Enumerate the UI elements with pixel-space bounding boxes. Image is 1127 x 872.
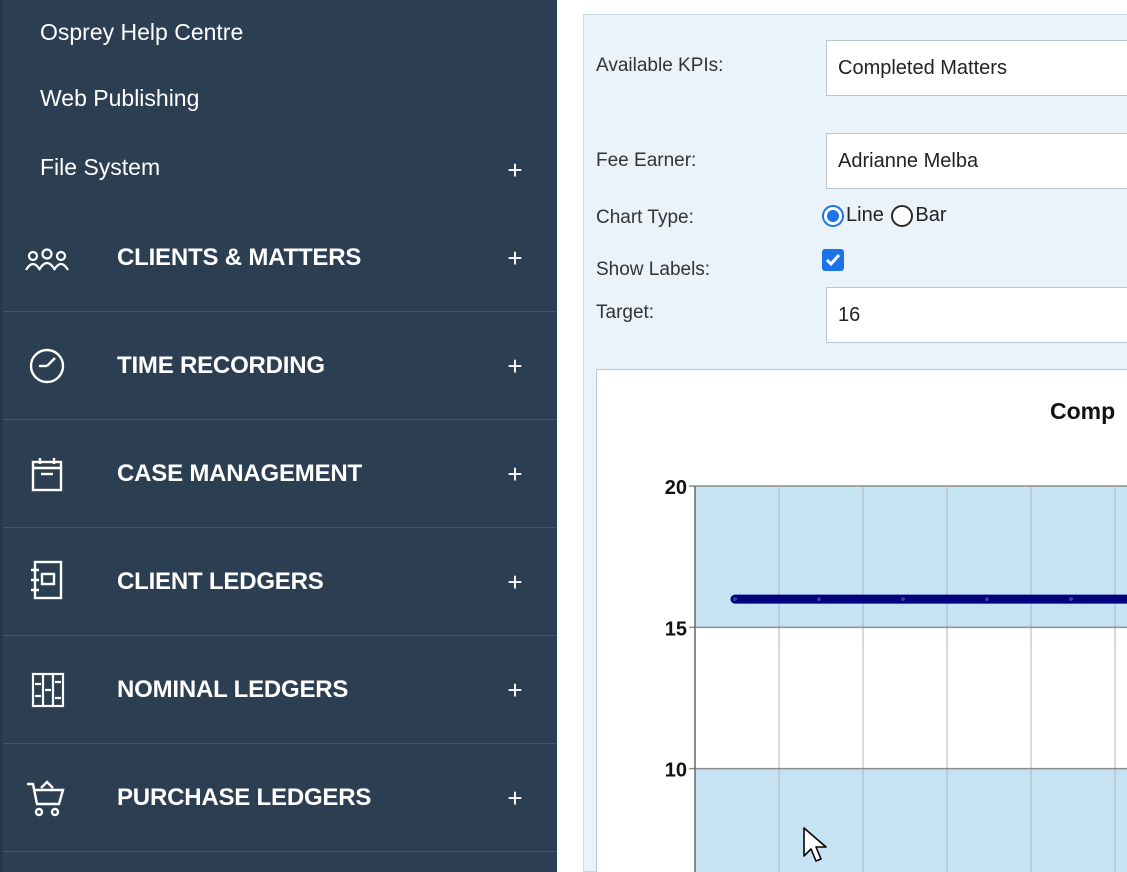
section-divider	[3, 851, 557, 852]
sidebar-section-clients-matters[interactable]: CLIENTS & MATTERS +	[0, 204, 557, 312]
sidebar-section-label: CLIENT LEDGERS	[117, 568, 324, 595]
kpi-select[interactable]: Completed Matters	[826, 40, 1127, 96]
briefcase-icon	[25, 452, 69, 496]
target-input[interactable]: 16	[826, 287, 1127, 343]
sidebar-section-label: CLIENTS & MATTERS	[117, 244, 362, 271]
chart-type-radio-group: Line Bar	[822, 204, 949, 238]
chart-type-line-label: Line	[846, 204, 884, 227]
kpi-form-panel: Available KPIs: Completed Matters Fee Ea…	[583, 14, 1127, 872]
sidebar-item-osprey-help-centre[interactable]: Osprey Help Centre	[40, 12, 557, 52]
chart-data-point	[901, 597, 905, 602]
kpi-chart: Comp 20 15 10	[596, 369, 1127, 872]
sidebar-item-file-system[interactable]: File System	[40, 147, 557, 187]
fee-earner-label: Fee Earner:	[596, 150, 697, 171]
chart-y-tick-label: 15	[665, 618, 687, 640]
ledger-book-icon	[25, 558, 69, 602]
chart-data-point	[733, 597, 737, 602]
time-recording-expand-icon[interactable]: +	[503, 353, 527, 379]
chart-y-tick-label: 20	[665, 477, 687, 499]
chart-type-line-radio[interactable]	[822, 204, 844, 227]
chart-data-point	[817, 597, 821, 602]
sidebar-section-purchase-ledgers[interactable]: PURCHASE LEDGERS +	[0, 744, 557, 852]
sidebar-section-label: NOMINAL LEDGERS	[117, 676, 349, 703]
clients-matters-expand-icon[interactable]: +	[503, 245, 527, 271]
chart-data-point	[1069, 597, 1073, 602]
sidebar-section-label: TIME RECORDING	[117, 352, 325, 379]
chart-type-bar-radio[interactable]	[891, 204, 914, 227]
chart-band	[695, 486, 1127, 628]
sidebar-nav: Osprey Help Centre Web Publishing File S…	[0, 0, 557, 872]
purchase-ledgers-expand-icon[interactable]: +	[503, 785, 527, 811]
shopping-cart-icon	[25, 776, 69, 820]
kpi-label: Available KPIs:	[596, 55, 724, 76]
sidebar-section-label: CASE MANAGEMENT	[117, 460, 363, 487]
sidebar-section-time-recording[interactable]: TIME RECORDING +	[0, 312, 557, 420]
mouse-cursor-icon	[803, 827, 827, 862]
target-label: Target:	[596, 302, 655, 323]
sidebar-section-nominal-ledgers[interactable]: NOMINAL LEDGERS +	[0, 636, 557, 744]
show-labels-checkbox[interactable]	[822, 249, 844, 271]
chart-type-label: Chart Type:	[596, 207, 694, 228]
client-ledgers-expand-icon[interactable]: +	[503, 569, 527, 595]
people-icon	[25, 236, 69, 280]
sidebar-item-web-publishing[interactable]: Web Publishing	[40, 78, 557, 118]
chart-type-bar-label: Bar	[915, 204, 947, 227]
chart-band	[695, 768, 1127, 872]
chart-plot: 20 15 10	[665, 477, 1127, 872]
chart-y-tick-label: 10	[665, 760, 687, 782]
panel-gap	[557, 0, 583, 872]
nominal-ledgers-expand-icon[interactable]: +	[503, 677, 527, 703]
sidebar-item-label: File System	[40, 154, 161, 180]
sidebar-section-client-ledgers[interactable]: CLIENT LEDGERS +	[0, 528, 557, 636]
ledger-columns-icon	[25, 668, 69, 712]
sidebar-section-label: PURCHASE LEDGERS	[117, 784, 372, 811]
sidebar-item-label: Osprey Help Centre	[40, 19, 244, 45]
sidebar-item-label: Web Publishing	[40, 85, 200, 111]
show-labels-label: Show Labels:	[596, 259, 711, 280]
clock-icon	[25, 344, 69, 388]
file-system-expand-icon[interactable]: +	[503, 157, 527, 183]
chart-band	[695, 627, 1127, 769]
fee-earner-select[interactable]: Adrianne Melba	[826, 133, 1127, 189]
sidebar-section-case-management[interactable]: CASE MANAGEMENT +	[0, 420, 557, 528]
chart-data-point	[985, 597, 989, 602]
case-management-expand-icon[interactable]: +	[503, 461, 527, 487]
